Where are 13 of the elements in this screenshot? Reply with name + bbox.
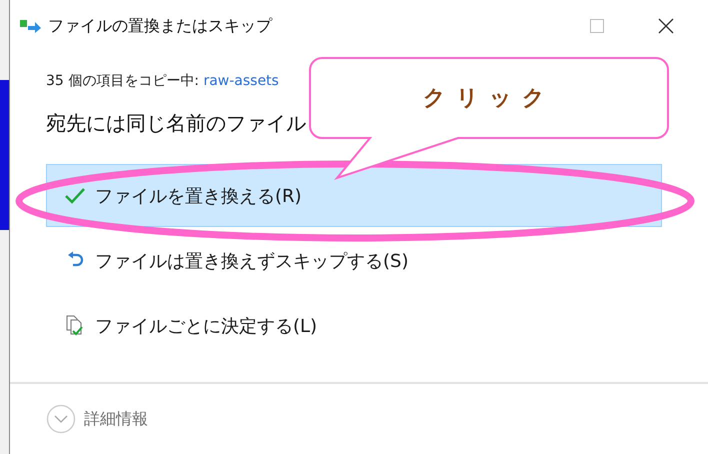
details-toggle[interactable]: 詳細情報: [84, 408, 148, 430]
maximize-icon[interactable]: [590, 19, 604, 33]
dialog-heading: 宛先には同じ名前のファイル: [46, 110, 307, 137]
option-item[interactable]: ファイルごとに決定する(L): [46, 294, 662, 357]
source-folder-link[interactable]: raw-assets: [203, 73, 279, 89]
close-icon[interactable]: [658, 18, 674, 34]
expand-chevron-icon[interactable]: [46, 404, 76, 434]
file-move-icon: [20, 19, 42, 33]
callout-text: クリック: [423, 84, 555, 113]
window-title: ファイルの置換またはスキップ: [48, 16, 274, 36]
checkmark-icon: [64, 186, 86, 204]
option-item[interactable]: ファイルは置き換えずスキップする(S): [46, 229, 662, 292]
documents-check-icon: [65, 314, 85, 336]
